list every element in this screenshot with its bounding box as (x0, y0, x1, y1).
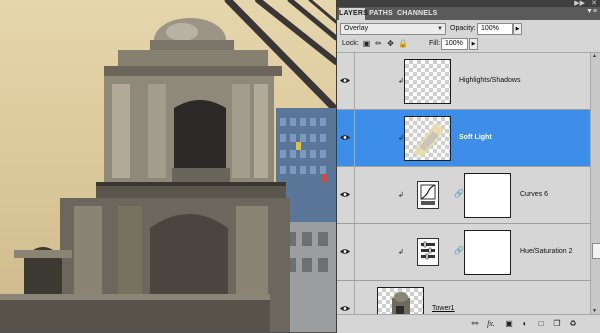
eye-icon[interactable] (340, 134, 350, 141)
new-layer-icon[interactable]: ❐ (551, 318, 563, 329)
layer-mask-thumbnail[interactable] (464, 230, 511, 275)
clipping-arrow-icon: ↲ (398, 78, 404, 85)
visibility-toggle[interactable] (337, 110, 355, 166)
tab-layers[interactable]: LAYERS (339, 8, 368, 20)
chevron-down-icon: ▼ (437, 26, 443, 32)
panel-menu-icon[interactable]: ▼≡ (586, 8, 597, 15)
close-icon[interactable]: ✕ (591, 0, 597, 7)
layers-list: ↲ Highlights/Shadows ↲ Soft Light ↲ 🔗 Cu… (337, 53, 590, 314)
clipping-arrow-icon: ↲ (398, 135, 404, 142)
add-mask-icon[interactable]: ▣ (503, 318, 515, 329)
layer-mask-thumbnail[interactable] (464, 173, 511, 218)
layer-row-hue-saturation-2[interactable]: ↲ 🔗 Hue/Saturation 2 (337, 224, 590, 281)
eye-icon[interactable] (340, 77, 350, 84)
layer-row-tower1[interactable]: Tower1 (337, 281, 590, 314)
blend-mode-select[interactable]: Overlay ▼ (340, 23, 446, 35)
layer-thumbnail (404, 59, 451, 104)
visibility-toggle[interactable] (337, 281, 355, 314)
layers-footer: ⚯ fx. ▣ ◐ □ ❐ ♻ (337, 314, 600, 333)
tower-photo (0, 0, 336, 332)
new-group-icon[interactable]: □ (535, 318, 547, 329)
scroll-thumb[interactable] (592, 243, 600, 259)
tower-thumbnail-art (392, 292, 410, 314)
eye-icon[interactable] (340, 305, 350, 312)
lock-position-icon[interactable]: ✥ (386, 39, 395, 48)
visibility-toggle[interactable] (337, 53, 355, 109)
tab-paths[interactable]: PATHS (367, 8, 395, 20)
scroll-up-icon[interactable]: ▲ (592, 53, 597, 59)
adjustment-layer-icon[interactable]: ◐ (519, 318, 531, 329)
blend-options-row: Overlay ▼ Opacity: 100% ▶ (337, 20, 600, 37)
opacity-value: 100% (481, 25, 499, 32)
lock-options-row: Lock: ▣ ✏ ✥ 🔒 Fill: 100% ▶ (337, 37, 600, 53)
panel-tabs: LAYERS PATHS CHANNELS ▼≡ (337, 7, 600, 20)
layers-scrollbar[interactable]: ▲ ▼ (590, 53, 600, 314)
eye-icon[interactable] (340, 248, 350, 255)
fill-value: 100% (445, 40, 463, 47)
layers-panel: ▶▶ ✕ LAYERS PATHS CHANNELS ▼≡ Overlay ▼ … (336, 0, 600, 333)
layer-thumbnail (377, 287, 424, 314)
tab-channels[interactable]: CHANNELS (397, 8, 437, 20)
lock-all-icon[interactable]: 🔒 (398, 39, 408, 48)
link-layers-icon[interactable]: ⚯ (469, 318, 481, 329)
hue-saturation-adjustment-icon (417, 238, 439, 266)
layer-name[interactable]: Tower1 (432, 305, 455, 312)
curves-adjustment-icon (417, 181, 439, 209)
clipping-arrow-icon: ↲ (398, 192, 404, 199)
layer-name[interactable]: Highlights/Shadows (459, 77, 520, 84)
fill-slider-arrow[interactable]: ▶ (469, 38, 478, 50)
opacity-label: Opacity: (450, 25, 476, 32)
lock-transparency-icon[interactable]: ▣ (362, 39, 371, 48)
layer-thumbnail (404, 116, 451, 161)
trash-icon[interactable]: ♻ (567, 318, 579, 329)
panel-title-bar[interactable]: ▶▶ ✕ (337, 0, 600, 7)
layer-row-highlights-shadows[interactable]: ↲ Highlights/Shadows (337, 53, 590, 110)
opacity-input[interactable]: 100% (477, 23, 513, 35)
collapse-arrows-icon[interactable]: ▶▶ (574, 0, 585, 7)
fill-label: Fill: (429, 40, 440, 47)
fill-input[interactable]: 100% (441, 38, 468, 50)
visibility-toggle[interactable] (337, 224, 355, 280)
soft-light-thumbnail-art (413, 123, 445, 157)
document-canvas[interactable] (0, 0, 336, 332)
eye-icon[interactable] (340, 191, 350, 198)
lock-brush-icon[interactable]: ✏ (374, 39, 383, 48)
layer-name[interactable]: Soft Light (459, 134, 492, 141)
clipping-arrow-icon: ↲ (398, 249, 404, 256)
layer-name[interactable]: Hue/Saturation 2 (520, 248, 573, 255)
lock-label: Lock: (342, 40, 359, 47)
mask-link-icon[interactable]: 🔗 (454, 189, 464, 198)
fx-icon[interactable]: fx. (485, 318, 497, 329)
opacity-slider-arrow[interactable]: ▶ (513, 23, 522, 35)
visibility-toggle[interactable] (337, 167, 355, 223)
layer-row-curves-6[interactable]: ↲ 🔗 Curves 6 (337, 167, 590, 224)
layer-name[interactable]: Curves 6 (520, 191, 548, 198)
mask-link-icon[interactable]: 🔗 (454, 246, 464, 255)
layer-row-soft-light[interactable]: ↲ Soft Light (337, 110, 590, 167)
blend-mode-value: Overlay (344, 25, 369, 32)
